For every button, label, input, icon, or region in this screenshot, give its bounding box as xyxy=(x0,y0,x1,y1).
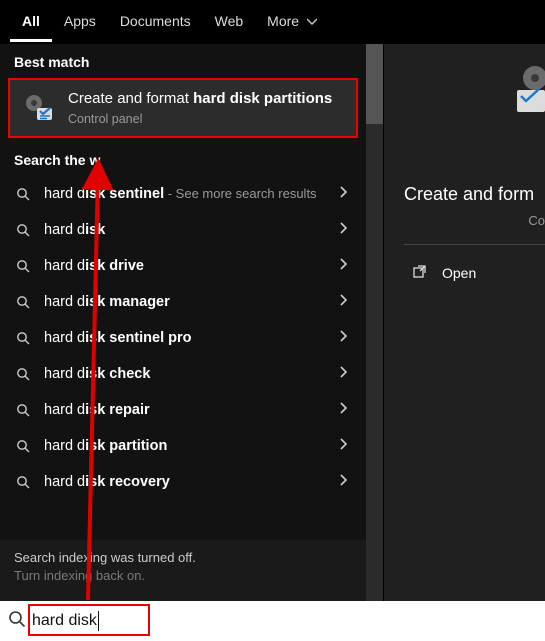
web-result-text: hard disk check xyxy=(44,365,324,383)
web-result-text: hard disk sentinel pro xyxy=(44,329,324,347)
chevron-right-icon xyxy=(336,293,352,311)
web-result[interactable]: hard disk sentinel pro xyxy=(0,320,366,356)
search-icon xyxy=(14,331,32,345)
search-bar[interactable]: hard disk xyxy=(0,601,545,641)
chevron-right-icon xyxy=(336,365,352,383)
open-label: Open xyxy=(442,265,476,281)
open-action[interactable]: Open xyxy=(404,245,545,292)
search-icon xyxy=(14,475,32,489)
best-match-subtitle: Control panel xyxy=(68,112,332,126)
chevron-right-icon xyxy=(336,221,352,239)
tab-documents[interactable]: Documents xyxy=(108,3,203,42)
web-result-list: hard disk sentinel - See more search res… xyxy=(0,176,366,540)
chevron-right-icon xyxy=(336,185,352,203)
results-panel: Best match Create and format hard disk p… xyxy=(0,44,366,601)
tab-web[interactable]: Web xyxy=(203,3,256,42)
search-icon xyxy=(14,439,32,453)
web-result-text: hard disk recovery xyxy=(44,473,324,491)
search-icon xyxy=(14,259,32,273)
search-query: hard disk xyxy=(32,612,97,630)
chevron-down-icon xyxy=(307,13,317,29)
text-caret xyxy=(98,611,99,631)
search-icon xyxy=(14,223,32,237)
preview-subtitle: Co xyxy=(404,213,545,228)
search-filter-tabs: All Apps Documents Web More xyxy=(0,0,545,44)
web-result-text: hard disk repair xyxy=(44,401,324,419)
control-panel-large-icon xyxy=(515,64,545,119)
chevron-right-icon xyxy=(336,329,352,347)
indexing-notice: Search indexing was turned off. Turn ind… xyxy=(0,540,366,601)
tab-more[interactable]: More xyxy=(255,3,329,42)
search-icon xyxy=(14,187,32,201)
chevron-right-icon xyxy=(336,473,352,491)
web-result-text: hard disk partition xyxy=(44,437,324,455)
web-result[interactable]: hard disk manager xyxy=(0,284,366,320)
preview-panel: Create and form Co Open xyxy=(383,44,545,601)
web-result[interactable]: hard disk repair xyxy=(0,392,366,428)
web-result-text: hard disk xyxy=(44,221,324,239)
best-match-title: Create and format hard disk partitions xyxy=(68,90,332,108)
chevron-right-icon xyxy=(336,401,352,419)
control-panel-icon xyxy=(22,91,56,125)
tab-apps[interactable]: Apps xyxy=(52,3,108,42)
web-result[interactable]: hard disk drive xyxy=(0,248,366,284)
web-result[interactable]: hard disk partition xyxy=(0,428,366,464)
chevron-right-icon xyxy=(336,257,352,275)
preview-title: Create and form xyxy=(404,184,545,205)
results-scrollbar[interactable] xyxy=(366,44,383,601)
web-result-text: hard disk sentinel - See more search res… xyxy=(44,185,324,203)
open-icon xyxy=(412,263,428,282)
indexing-turn-on-link[interactable]: Turn indexing back on. xyxy=(14,568,352,583)
web-result-text: hard disk manager xyxy=(44,293,324,311)
search-web-label: Search the w xyxy=(0,138,366,176)
tab-all[interactable]: All xyxy=(10,3,52,42)
search-icon xyxy=(8,610,26,633)
web-result-text: hard disk drive xyxy=(44,257,324,275)
web-result[interactable]: hard disk xyxy=(0,212,366,248)
best-match-label: Best match xyxy=(0,44,366,78)
indexing-line1: Search indexing was turned off. xyxy=(14,550,352,565)
best-match-result[interactable]: Create and format hard disk partitions C… xyxy=(8,78,358,138)
web-result[interactable]: hard disk recovery xyxy=(0,464,366,500)
web-result[interactable]: hard disk sentinel - See more search res… xyxy=(0,176,366,212)
search-icon xyxy=(14,295,32,309)
search-icon xyxy=(14,403,32,417)
web-result[interactable]: hard disk check xyxy=(0,356,366,392)
chevron-right-icon xyxy=(336,437,352,455)
search-icon xyxy=(14,367,32,381)
